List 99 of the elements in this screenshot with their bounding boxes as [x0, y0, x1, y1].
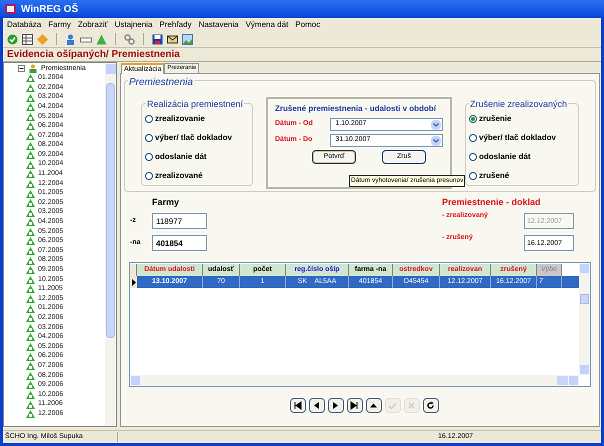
grid-icon[interactable] [22, 34, 33, 44]
box-title: Zrušené premiestnenia - udalosti v období [275, 103, 438, 115]
last-record-icon [350, 401, 359, 410]
refresh-icon [426, 401, 435, 410]
pyramid-icon [26, 94, 35, 102]
pyramid-icon [26, 112, 35, 121]
pyramid-icon [26, 170, 35, 178]
radio-button[interactable] [145, 172, 153, 180]
cancel-icon [407, 401, 416, 410]
pyramid-icon [26, 381, 35, 390]
pyramid-icon [26, 122, 35, 130]
option-label: zrealizované [155, 170, 203, 182]
menu-item[interactable]: Zobraziť [78, 18, 108, 30]
pyramid-icon [26, 314, 35, 322]
menu-item[interactable]: Pomoc [295, 18, 320, 30]
pyramid-icon [26, 151, 35, 160]
group-title: Realizácia premiestnení [146, 98, 244, 112]
pyramid-icon [26, 218, 35, 226]
nav-button[interactable] [422, 398, 438, 413]
pyramid-icon [26, 247, 35, 256]
menu-item[interactable]: Nastavenia [198, 18, 239, 30]
check-icon [388, 401, 397, 410]
first-record-icon [293, 401, 302, 410]
pyramid-icon [26, 400, 35, 409]
chain-link-icon[interactable] [124, 34, 135, 44]
pyramid-icon [26, 160, 35, 169]
picture-icon[interactable] [182, 34, 193, 44]
pyramid-icon [26, 285, 35, 294]
nav-button[interactable] [308, 398, 324, 413]
pyramid-icon [26, 372, 35, 380]
farms-label: Farmy [152, 196, 180, 210]
nav-button[interactable] [366, 398, 382, 413]
up-arrow-icon [369, 401, 378, 410]
figure-icon[interactable] [65, 34, 76, 44]
pyramid-icon [26, 304, 35, 313]
input-field[interactable]: 118977 [152, 213, 207, 229]
pyramid-icon [26, 266, 35, 274]
pyramid-icon [26, 199, 35, 208]
save-icon[interactable] [152, 34, 163, 44]
pyramid-icon [26, 132, 35, 140]
radio-button[interactable] [145, 134, 153, 142]
pyramid-icon [26, 276, 35, 284]
menu-item[interactable]: Databáza [7, 18, 42, 30]
pyramid-icon [26, 324, 35, 332]
option-label: odoslanie dát [479, 150, 531, 163]
expander-icon[interactable] [18, 65, 25, 72]
nav-button[interactable] [346, 398, 362, 413]
dropdown-arrow-icon [431, 120, 441, 130]
pyramid-icon [26, 333, 35, 342]
dropdown-arrow-icon [431, 136, 441, 146]
option-label: zrušenie [479, 113, 512, 126]
window-title: WinREG OŠ [21, 2, 78, 16]
pyramid-icon [26, 190, 35, 198]
check-icon[interactable] [7, 34, 18, 44]
radio-button[interactable] [469, 172, 477, 180]
pyramid-icon [26, 74, 35, 82]
menu-item[interactable]: Výmena dát [246, 18, 288, 30]
option-label: zrealizovanie [155, 113, 205, 126]
people-icon [28, 64, 38, 74]
menu-item[interactable]: Farmy [48, 18, 71, 30]
row-indicator-icon [130, 276, 137, 288]
page-header: Evidencia ošípaných/ Premiestnenia [7, 48, 180, 62]
document-label: Premiestnenie - doklad [442, 196, 542, 210]
pyramid-icon [26, 228, 35, 236]
radio-button[interactable] [145, 115, 153, 124]
pyramid-icon [26, 180, 35, 188]
next-icon [331, 401, 340, 410]
radio-button[interactable] [469, 115, 477, 124]
option-label: odoslanie dát [155, 150, 207, 163]
pyramid-icon [26, 256, 35, 265]
radio-button[interactable] [469, 152, 477, 161]
pyramid-icon [26, 390, 35, 399]
pyramid-icon [26, 343, 35, 352]
menu-item[interactable]: Prehľady [159, 18, 192, 30]
nav-button[interactable] [290, 398, 306, 413]
input-field[interactable]: 401854 [152, 235, 207, 251]
group-title: Zrušenie zrealizovaných [469, 98, 568, 112]
option-label: výber/ tlač dokladov [479, 132, 556, 144]
radio-button[interactable] [145, 152, 153, 161]
pyramid-icon [26, 410, 35, 418]
option-label: výber/ tlač dokladov [155, 132, 232, 144]
grid-corner [130, 264, 137, 276]
vertical-scrollbar[interactable] [105, 63, 116, 426]
envelope-icon[interactable] [167, 34, 178, 44]
pyramid-icon [26, 84, 35, 92]
radio-button[interactable] [469, 134, 477, 142]
pyramid-icon [26, 352, 35, 361]
nav-button[interactable] [328, 398, 344, 413]
pyramid-icon [26, 362, 35, 370]
previous-icon [312, 401, 321, 410]
pyramid-icon [26, 208, 35, 217]
option-label: zrušené [479, 170, 510, 182]
pyramid-icon [26, 142, 35, 150]
pyramid-icon [26, 103, 35, 112]
horizontal-scrollbar[interactable] [130, 375, 579, 386]
vertical-scrollbar[interactable] [579, 263, 590, 375]
menu-item[interactable]: Ustajnenia [114, 18, 152, 30]
pyramid-icon [26, 237, 35, 246]
pyramid-icon [26, 295, 35, 304]
